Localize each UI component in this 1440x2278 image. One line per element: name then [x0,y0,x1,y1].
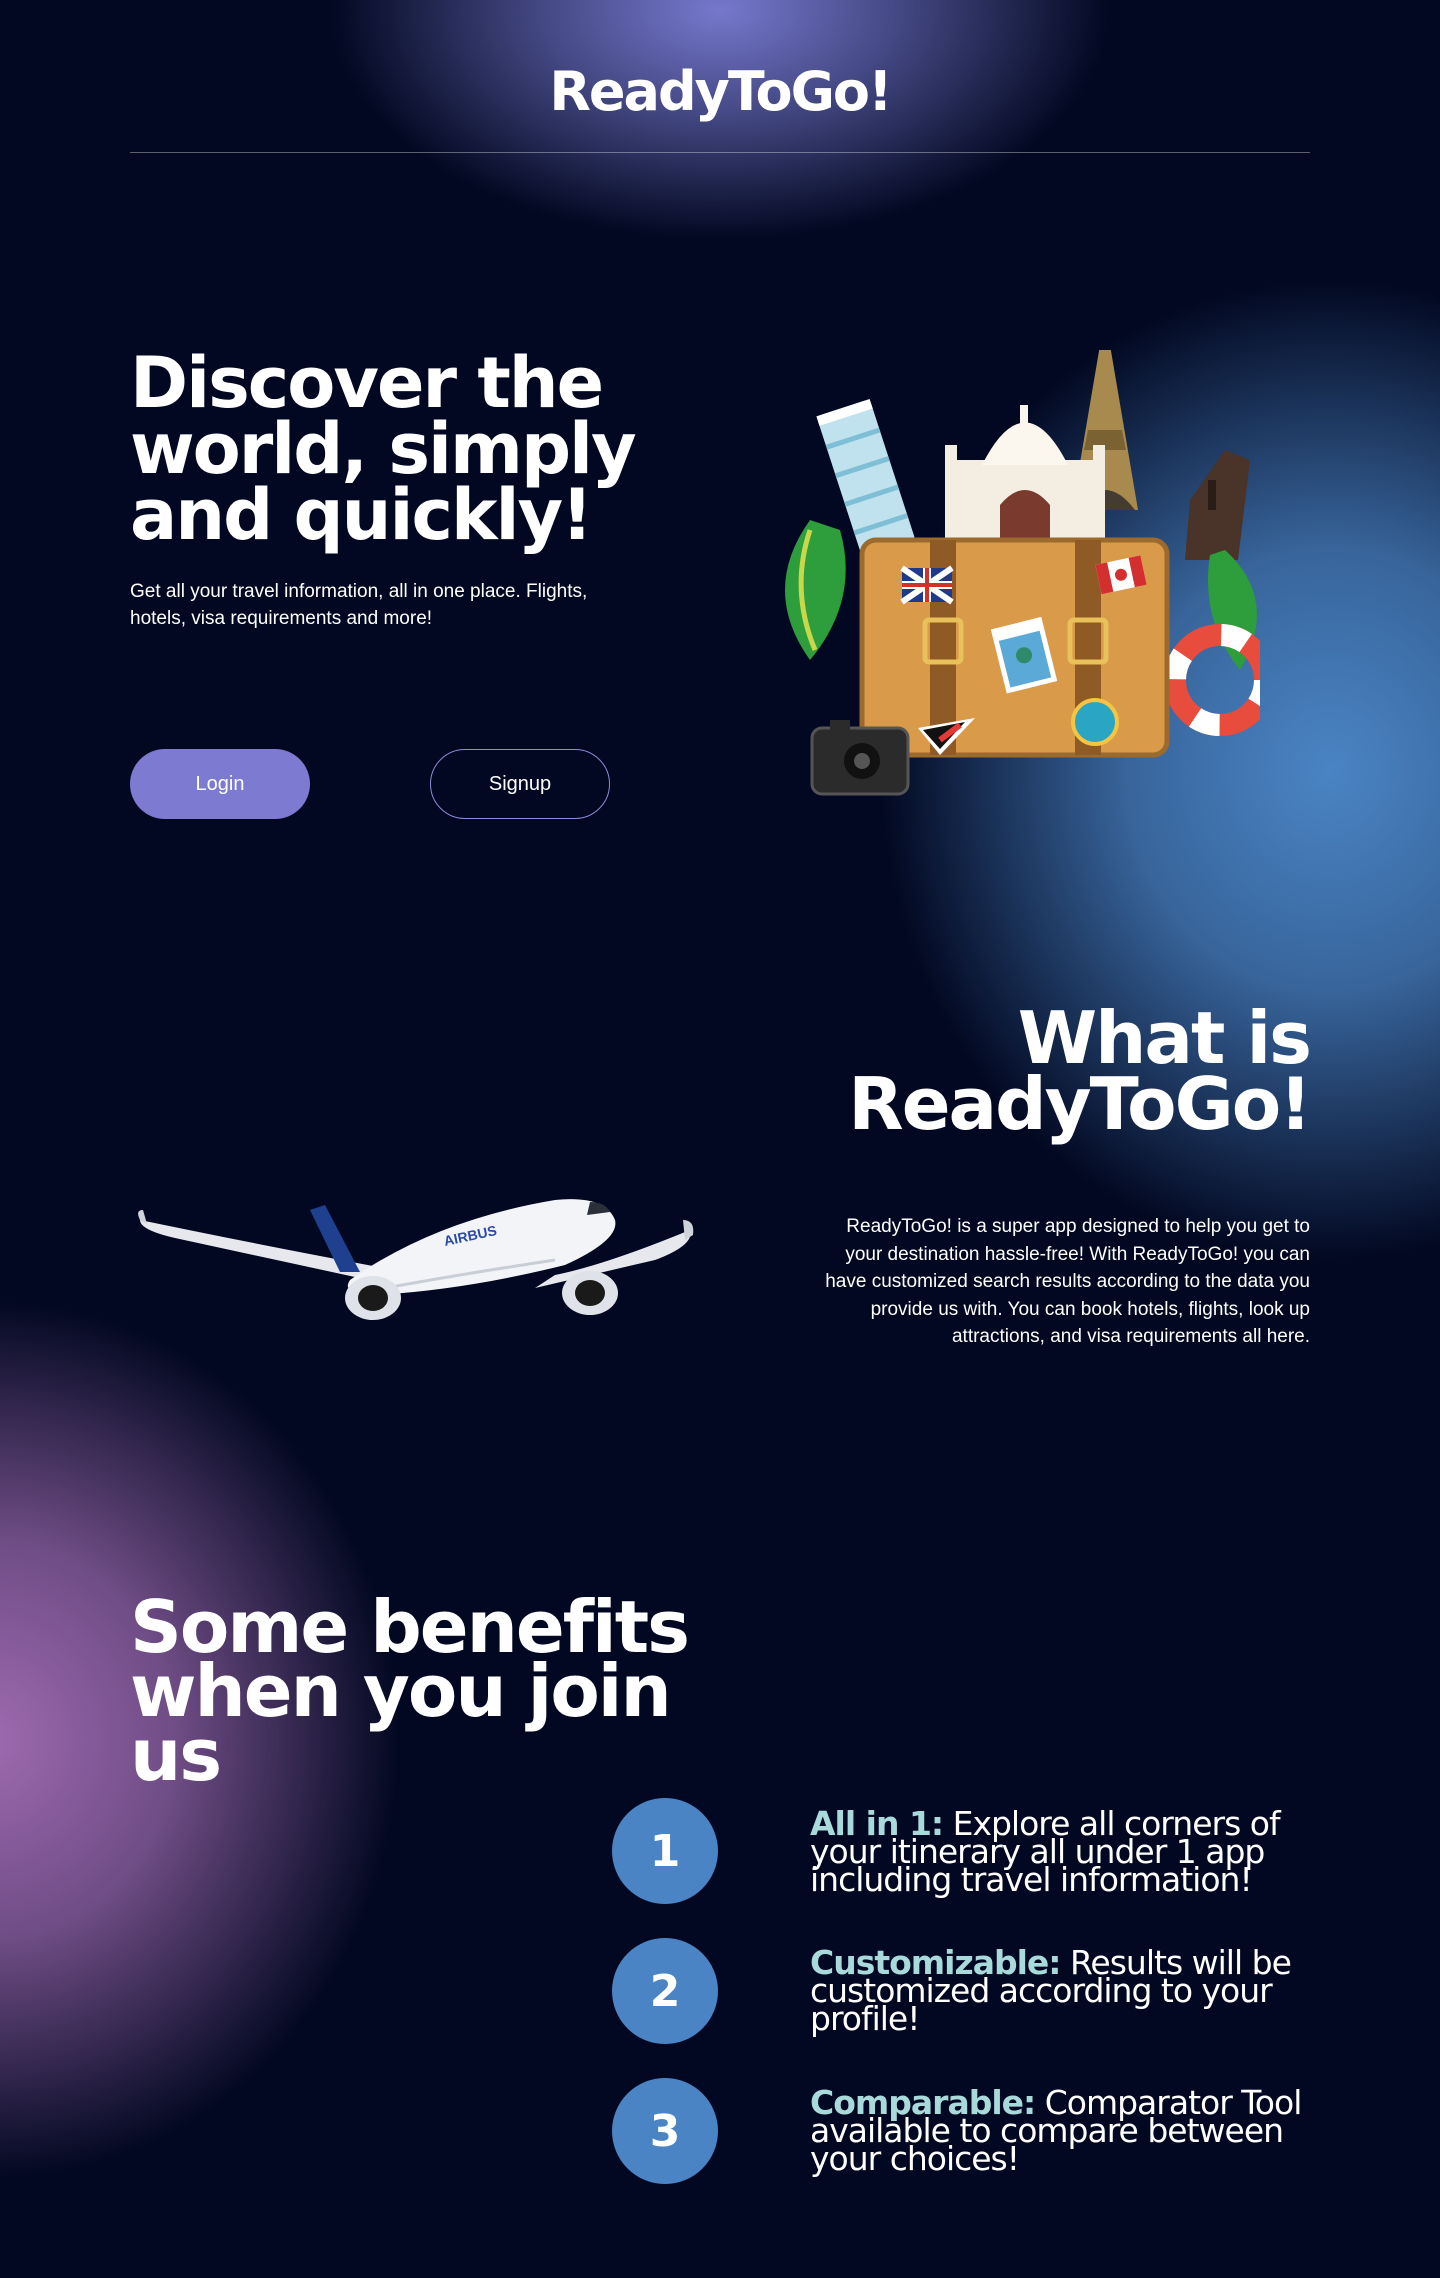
landing-page: ReadyToGo! Discover the world, simply an… [0,0,1440,2278]
benefit-item-3: Comparable: Comparator Tool available to… [810,2086,1310,2175]
signup-button[interactable]: Signup [430,749,610,819]
benefit-number-2: 2 [612,1938,718,2044]
hero-title: Discover the world, simply and quickly! [130,342,637,556]
hero-subtitle: Get all your travel information, all in … [130,581,588,629]
benefit-item-2: Customizable: Results will be customized… [810,1946,1310,2035]
logo[interactable]: ReadyToGo! [130,60,1310,123]
benefits-title: Some benefits when you join us [130,1585,690,1797]
benefit-number-1: 1 [612,1798,718,1904]
airplane-icon: AIRBUS [138,1199,694,1320]
login-button[interactable]: Login [130,749,310,819]
site-header: ReadyToGo! [130,0,1310,153]
about-title: What is ReadyToGo! [848,996,1312,1146]
benefit-item-1: All in 1: Explore all corners of your it… [810,1807,1310,1896]
about-description: ReadyToGo! is a super app designed to he… [825,1216,1310,1347]
travel-suitcase-landmarks-icon [785,350,1260,796]
benefit-number-3: 3 [612,2078,718,2184]
